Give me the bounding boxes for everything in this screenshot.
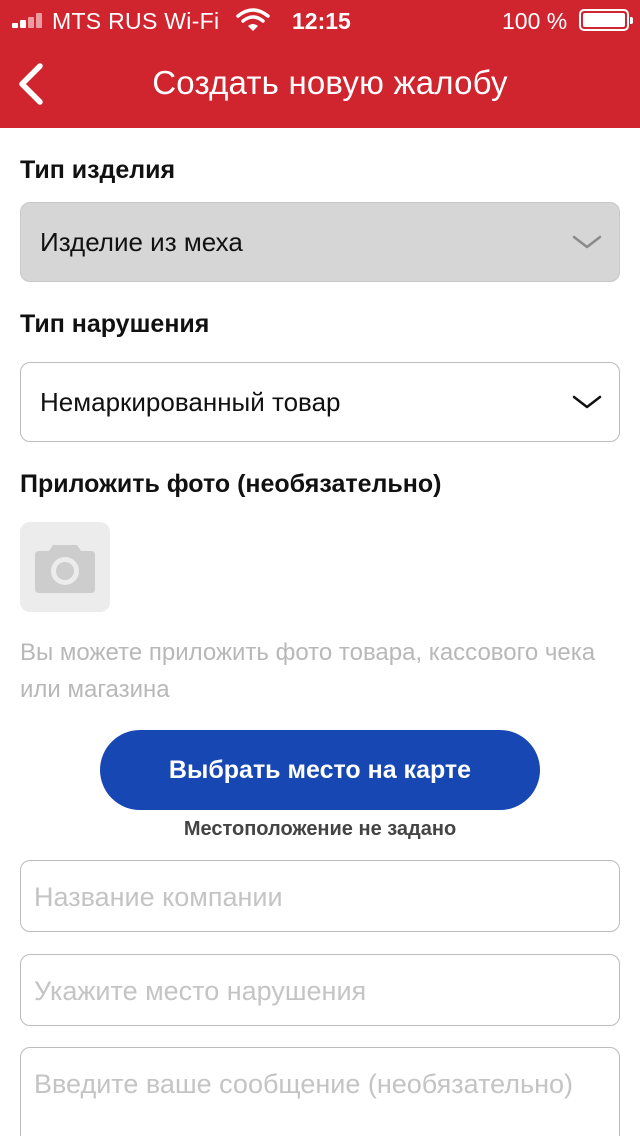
product-type-select[interactable]: Изделие из меха bbox=[20, 202, 620, 282]
navigation-bar: Создать новую жалобу bbox=[0, 40, 640, 128]
page-title: Создать новую жалобу bbox=[152, 64, 508, 101]
violation-type-label: Тип нарушения bbox=[20, 310, 210, 338]
wifi-icon bbox=[236, 8, 270, 31]
status-bar: MTS RUS Wi-Fi 12:15 100 % bbox=[0, 0, 640, 40]
battery-icon bbox=[579, 9, 633, 31]
violation-place-input[interactable]: Укажите место нарушения bbox=[20, 954, 620, 1026]
product-type-value: Изделие из меха bbox=[40, 227, 243, 257]
camera-icon bbox=[35, 545, 95, 593]
company-name-input[interactable]: Название компании bbox=[20, 860, 620, 932]
choose-location-button[interactable]: Выбрать место на карте bbox=[100, 730, 540, 810]
message-textarea[interactable]: Введите ваше сообщение (необязательно) bbox=[20, 1047, 620, 1136]
clock-time: 12:15 bbox=[292, 8, 351, 34]
battery-percentage: 100 % bbox=[502, 8, 568, 34]
attach-photo-label: Приложить фото (необязательно) bbox=[20, 470, 442, 498]
photo-hint-text: Вы можете приложить фото товара, кассово… bbox=[20, 639, 596, 703]
violation-type-select[interactable]: Немаркированный товар bbox=[20, 362, 620, 442]
location-status: Местоположение не задано bbox=[183, 818, 457, 840]
add-photo-button[interactable] bbox=[20, 522, 110, 612]
violation-type-value: Немаркированный товар bbox=[40, 387, 341, 417]
product-type-label: Тип изделия bbox=[20, 156, 176, 184]
carrier-name: MTS RUS Wi-Fi bbox=[52, 8, 220, 34]
signal-strength-icon bbox=[12, 12, 52, 28]
chevron-down-icon bbox=[572, 235, 602, 249]
chevron-down-icon bbox=[572, 395, 602, 409]
